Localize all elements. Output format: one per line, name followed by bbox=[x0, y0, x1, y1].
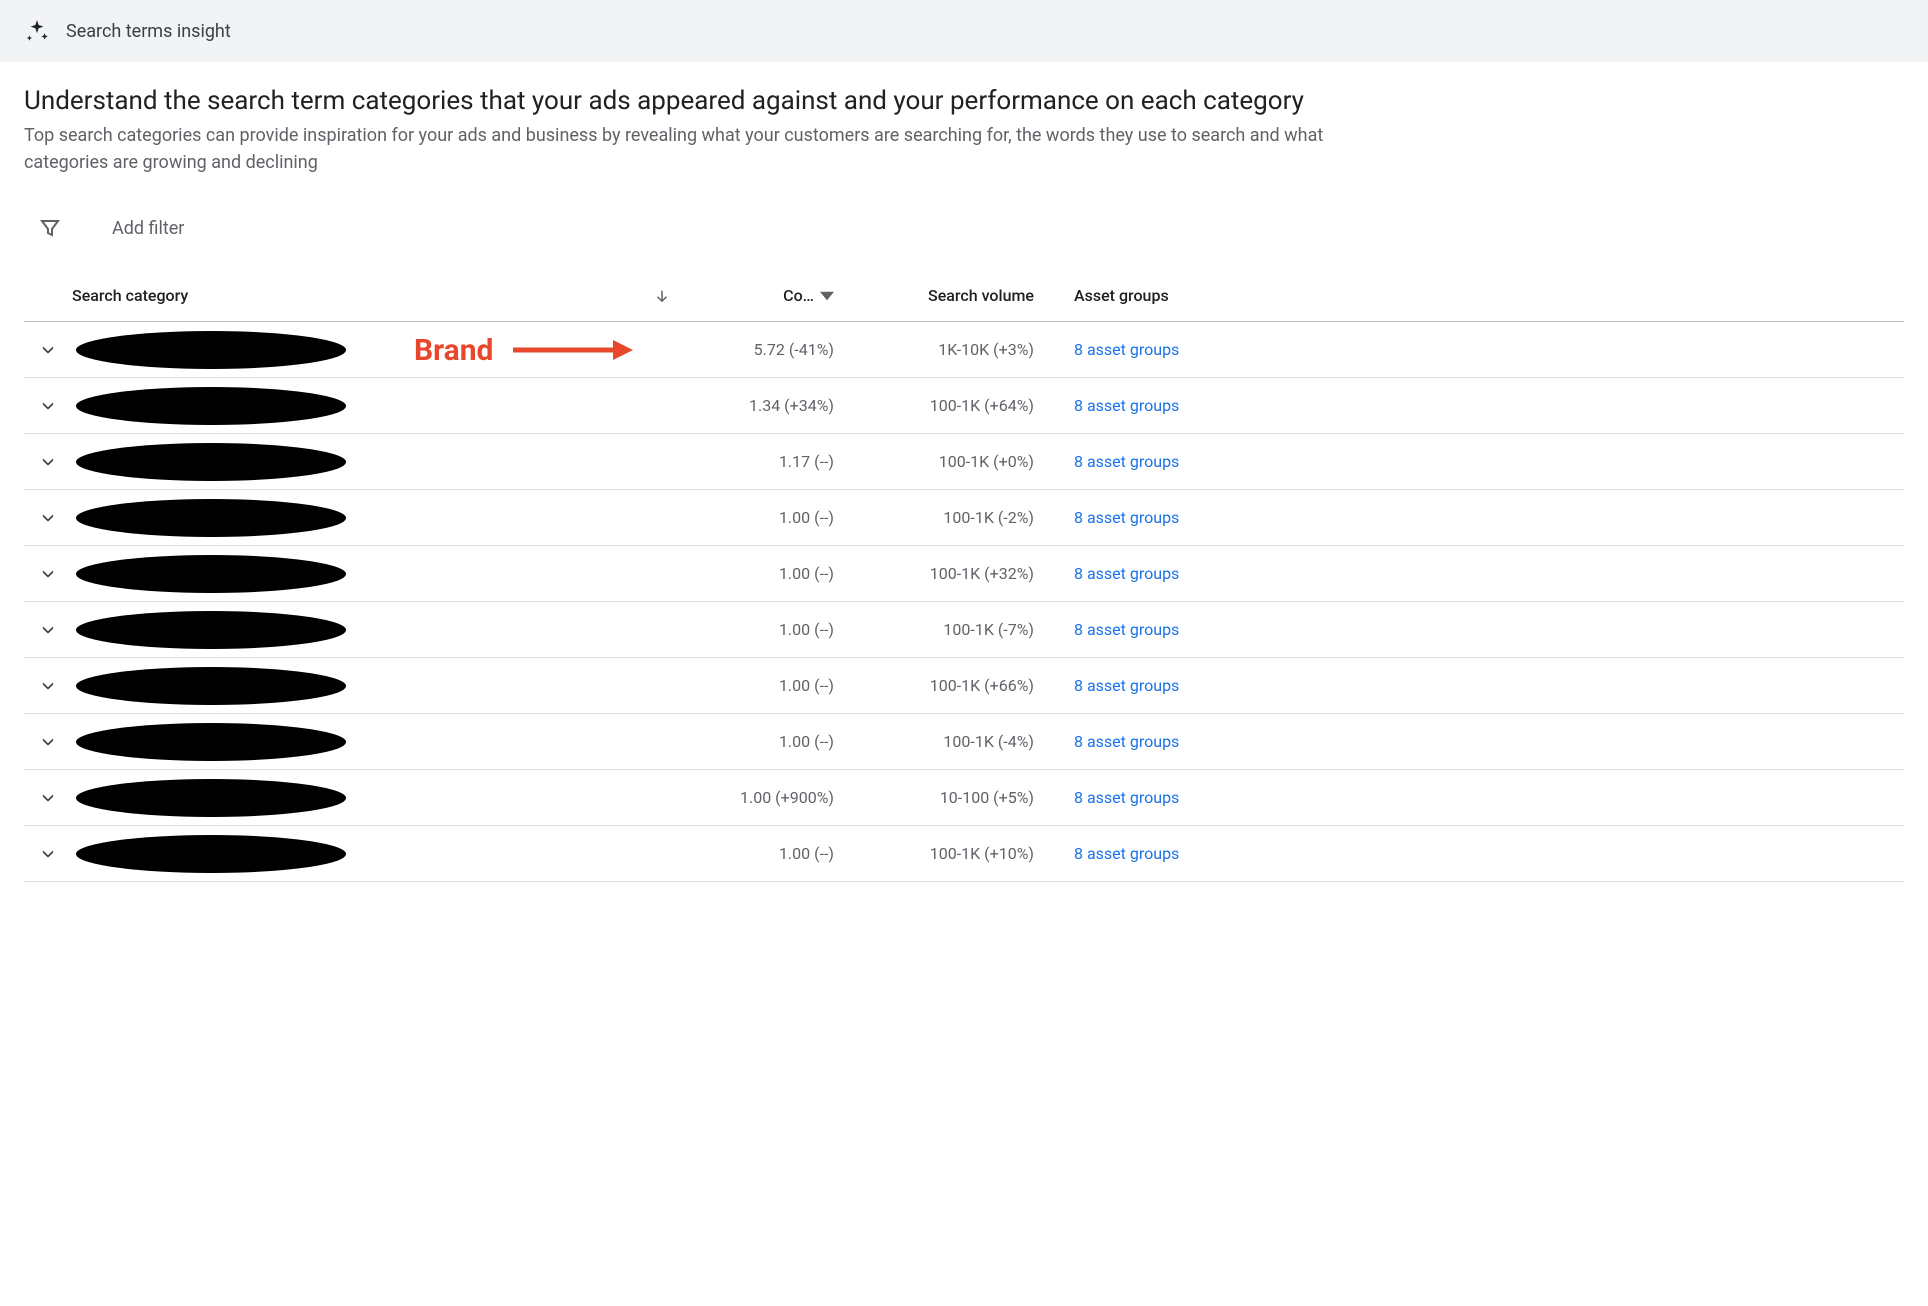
col-search-volume[interactable]: Search volume bbox=[842, 286, 1042, 305]
insight-header: Search terms insight bbox=[0, 0, 1928, 62]
redacted-category-name bbox=[76, 555, 346, 593]
cell-conversions: 1.00 (--) bbox=[682, 676, 842, 695]
add-filter-button[interactable]: Add filter bbox=[112, 218, 184, 239]
table-row: 1.00 (--) 100-1K (-7%) 8 asset groups bbox=[24, 602, 1904, 658]
cell-search-volume: 100-1K (-2%) bbox=[842, 508, 1042, 527]
asset-groups-link[interactable]: 8 asset groups bbox=[1042, 676, 1904, 695]
redacted-category-name bbox=[76, 723, 346, 761]
cell-search-volume: 10-100 (+5%) bbox=[842, 788, 1042, 807]
expand-row-icon[interactable] bbox=[38, 620, 58, 640]
sort-descending-icon bbox=[653, 287, 671, 305]
redacted-category-name bbox=[76, 779, 346, 817]
asset-groups-link[interactable]: 8 asset groups bbox=[1042, 564, 1904, 583]
asset-groups-link[interactable]: 8 asset groups bbox=[1042, 340, 1904, 359]
table-row: 1.00 (+900%) 10-100 (+5%) 8 asset groups bbox=[24, 770, 1904, 826]
cell-search-volume: 100-1K (+0%) bbox=[842, 452, 1042, 471]
cell-search-volume: 100-1K (-7%) bbox=[842, 620, 1042, 639]
cell-conversions: 1.00 (--) bbox=[682, 732, 842, 751]
cell-conversions: 1.00 (+900%) bbox=[682, 788, 842, 807]
cell-conversions: 1.17 (--) bbox=[682, 452, 842, 471]
table-row: 1.00 (--) 100-1K (+10%) 8 asset groups bbox=[24, 826, 1904, 882]
asset-groups-link[interactable]: 8 asset groups bbox=[1042, 452, 1904, 471]
expand-row-icon[interactable] bbox=[38, 788, 58, 808]
col-search-category[interactable]: Search category bbox=[72, 286, 642, 305]
redacted-category-name bbox=[76, 499, 346, 537]
cell-conversions: 1.00 (--) bbox=[682, 844, 842, 863]
cell-conversions: 1.00 (--) bbox=[682, 508, 842, 527]
cell-search-volume: 1K-10K (+3%) bbox=[842, 340, 1042, 359]
col-conversions[interactable]: Co… bbox=[682, 286, 842, 305]
asset-groups-link[interactable]: 8 asset groups bbox=[1042, 508, 1904, 527]
dropdown-arrow-icon bbox=[820, 289, 834, 303]
page-subtitle: Top search categories can provide inspir… bbox=[24, 122, 1324, 176]
asset-groups-link[interactable]: 8 asset groups bbox=[1042, 788, 1904, 807]
expand-row-icon[interactable] bbox=[38, 844, 58, 864]
cell-search-volume: 100-1K (+64%) bbox=[842, 396, 1042, 415]
table-row: 1.00 (--) 100-1K (-2%) 8 asset groups bbox=[24, 490, 1904, 546]
expand-row-icon[interactable] bbox=[38, 676, 58, 696]
table-header-row: Search category Co… Search volume Asset … bbox=[24, 270, 1904, 322]
redacted-category-name bbox=[76, 611, 346, 649]
expand-row-icon[interactable] bbox=[38, 452, 58, 472]
expand-row-icon[interactable] bbox=[38, 508, 58, 528]
page-title: Understand the search term categories th… bbox=[24, 86, 1904, 116]
table-row: 1.00 (--) 100-1K (-4%) 8 asset groups bbox=[24, 714, 1904, 770]
redacted-category-name bbox=[76, 667, 346, 705]
table-row: 1.00 (--) 100-1K (+32%) 8 asset groups bbox=[24, 546, 1904, 602]
table-row: 1.34 (+34%) 100-1K (+64%) 8 asset groups bbox=[24, 378, 1904, 434]
redacted-category-name bbox=[76, 443, 346, 481]
filter-icon[interactable] bbox=[38, 216, 62, 240]
cell-conversions: 5.72 (-41%) bbox=[682, 340, 842, 359]
asset-groups-link[interactable]: 8 asset groups bbox=[1042, 732, 1904, 751]
cell-conversions: 1.34 (+34%) bbox=[682, 396, 842, 415]
search-terms-table: Search category Co… Search volume Asset … bbox=[24, 270, 1904, 882]
redacted-category-name bbox=[76, 387, 346, 425]
col-conversions-label: Co… bbox=[783, 286, 814, 305]
expand-row-icon[interactable] bbox=[38, 396, 58, 416]
cell-search-volume: 100-1K (+66%) bbox=[842, 676, 1042, 695]
insight-header-title: Search terms insight bbox=[66, 21, 231, 42]
asset-groups-link[interactable]: 8 asset groups bbox=[1042, 396, 1904, 415]
cell-search-volume: 100-1K (-4%) bbox=[842, 732, 1042, 751]
expand-row-icon[interactable] bbox=[38, 732, 58, 752]
asset-groups-link[interactable]: 8 asset groups bbox=[1042, 620, 1904, 639]
col-asset-groups[interactable]: Asset groups bbox=[1042, 286, 1904, 305]
expand-row-icon[interactable] bbox=[38, 340, 58, 360]
cell-search-volume: 100-1K (+10%) bbox=[842, 844, 1042, 863]
asset-groups-link[interactable]: 8 asset groups bbox=[1042, 844, 1904, 863]
redacted-category-name bbox=[76, 835, 346, 873]
cell-conversions: 1.00 (--) bbox=[682, 564, 842, 583]
cell-conversions: 1.00 (--) bbox=[682, 620, 842, 639]
table-row: 1.00 (--) 100-1K (+66%) 8 asset groups bbox=[24, 658, 1904, 714]
expand-row-icon[interactable] bbox=[38, 564, 58, 584]
table-row: 1.17 (--) 100-1K (+0%) 8 asset groups bbox=[24, 434, 1904, 490]
redacted-category-name bbox=[76, 331, 346, 369]
cell-search-volume: 100-1K (+32%) bbox=[842, 564, 1042, 583]
table-row: 5.72 (-41%) 1K-10K (+3%) 8 asset groups … bbox=[24, 322, 1904, 378]
sparkle-icon bbox=[24, 18, 50, 44]
